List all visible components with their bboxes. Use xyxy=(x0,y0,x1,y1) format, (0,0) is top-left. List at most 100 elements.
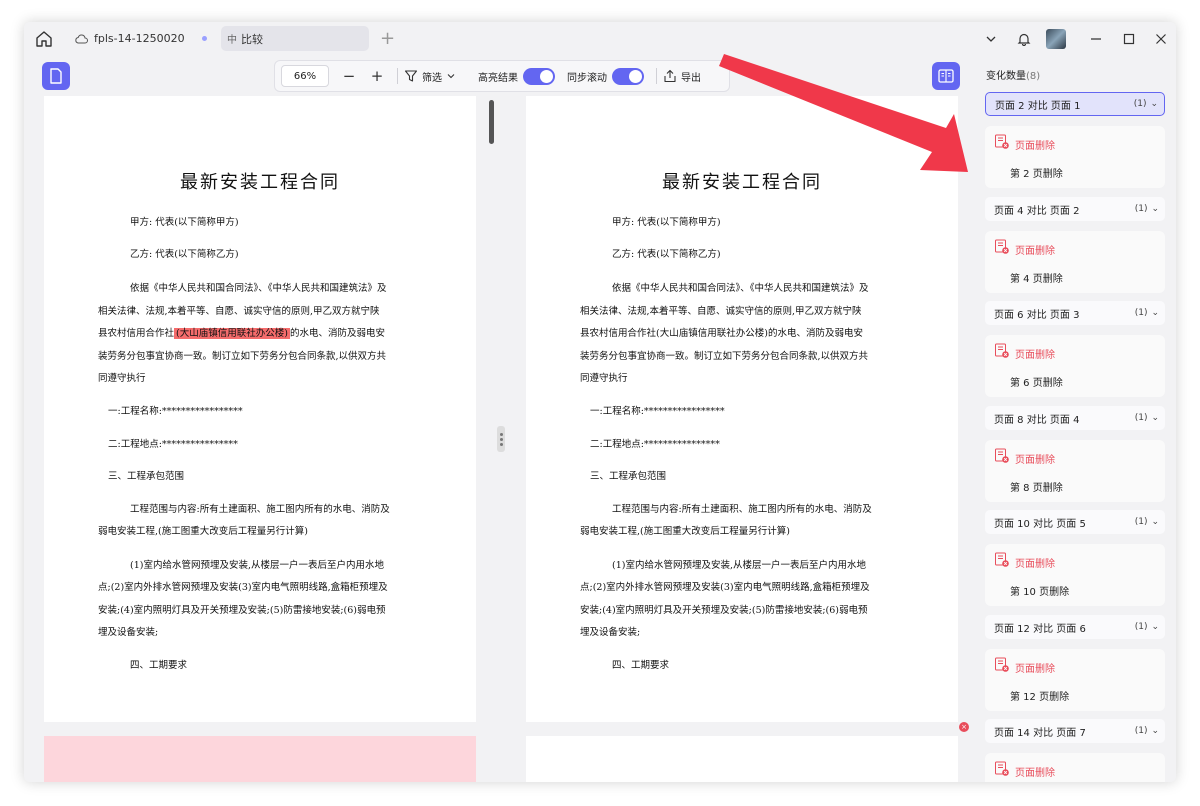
chevron-down-icon[interactable]: ⌄ xyxy=(1151,308,1159,318)
bell-icon[interactable] xyxy=(1013,28,1035,50)
document-icon xyxy=(50,68,62,84)
doc-paragraph-line: 县农村信用合作社(大山庙镇信用联社办公楼)的水电、消防及弱电安 xyxy=(580,325,863,339)
change-group-header[interactable]: 页面 12 对比 页面 6 (1) ⌄ xyxy=(985,615,1165,639)
doc-paragraph-line: 工程范围与内容:所有土建面积、施工图内所有的水电、消防及 xyxy=(612,504,872,515)
doc-text: 的水电、消防及弱电安 xyxy=(289,328,385,339)
change-item-card[interactable]: 页面删除第 6 页删除 xyxy=(985,335,1165,397)
highlight-toggle[interactable] xyxy=(523,67,555,85)
doc-paragraph-line: 依据《中华人民共和国合同法》、《中华人民共和国建筑法》及 xyxy=(612,283,869,294)
filter-button[interactable]: 筛选 xyxy=(422,69,442,84)
change-item-card[interactable]: 页面删除第 2 页删除 xyxy=(985,126,1165,188)
doc-text: (大山庙镇信用联社办公楼) xyxy=(656,328,768,339)
close-icon[interactable] xyxy=(1150,28,1172,50)
change-group-header[interactable]: 页面 8 对比 页面 4 (1) ⌄ xyxy=(985,406,1165,430)
right-next-page-preview[interactable] xyxy=(526,736,958,782)
change-group-count: (1) xyxy=(1134,413,1148,423)
document-view-button[interactable] xyxy=(42,62,70,90)
doc-paragraph-line: 埋及设备安装; xyxy=(580,627,641,638)
chevron-down-icon[interactable] xyxy=(446,71,456,81)
change-group-count: (1) xyxy=(1134,622,1148,632)
export-icon[interactable] xyxy=(663,69,677,83)
changes-title-text: 变化数量 xyxy=(986,71,1026,82)
change-detail: 第 2 页删除 xyxy=(1010,169,1063,180)
doc-paragraph-line: 埋及设备安装; xyxy=(98,627,159,638)
doc-paragraph-line: 同遵守执行 xyxy=(98,373,146,384)
change-group-header[interactable]: 页面 14 对比 页面 7 (1) ⌄ xyxy=(985,719,1165,743)
tab-compare[interactable]: 中 比较 xyxy=(221,26,369,51)
changes-count: (8) xyxy=(1026,71,1041,82)
zoom-in-button[interactable]: + xyxy=(363,67,391,85)
left-document-page[interactable]: 最新安装工程合同 甲方: 代表(以下简称甲方) 乙方: 代表(以下简称乙方) 依… xyxy=(44,96,476,722)
pane-splitter-handle[interactable] xyxy=(497,426,505,452)
doc-paragraph-line: 装劳务分包事宜协商一致。制订立如下劳务分包合同条款,以供双方共 xyxy=(98,351,387,362)
add-tab-button[interactable]: + xyxy=(380,28,395,49)
page-delete-icon xyxy=(995,552,1009,567)
change-group-label: 页面 6 对比 页面 3 xyxy=(994,309,1080,321)
changes-title: 变化数量(8) xyxy=(986,67,1040,82)
chevron-down-icon[interactable]: ⌄ xyxy=(1151,517,1159,527)
doc-paragraph-line: (1)室内给水管网预埋及安装,从楼层一户一表后至户内用水地 xyxy=(612,560,866,571)
maximize-icon[interactable] xyxy=(1118,28,1140,50)
doc-party-a: 甲方: 代表(以下简称甲方) xyxy=(612,217,721,228)
doc-item: 三、工程承包范围 xyxy=(590,471,667,482)
chevron-down-icon[interactable]: ⌄ xyxy=(1151,204,1159,214)
change-kind: 页面删除 xyxy=(1015,664,1055,675)
left-scrollbar[interactable] xyxy=(489,100,494,144)
tab-compare-label: 比较 xyxy=(241,32,263,46)
compare-window: fpls-14-1250020 中 比较 + 66% − + 筛选 高亮结果 同… xyxy=(24,22,1176,782)
doc-highlight-change[interactable]: (大山庙镇信用联社办公楼) xyxy=(174,328,290,339)
chevron-down-icon[interactable]: ⌄ xyxy=(1150,99,1158,109)
side-by-side-view-button[interactable] xyxy=(932,62,960,90)
change-item-card[interactable]: 页面删除 xyxy=(985,753,1165,782)
chevron-down-icon[interactable]: ⌄ xyxy=(1151,622,1159,632)
avatar[interactable] xyxy=(1046,29,1066,49)
doc-party-b: 乙方: 代表(以下简称乙方) xyxy=(612,249,721,260)
left-deleted-page-preview[interactable] xyxy=(44,736,476,782)
close-change-marker-icon[interactable]: × xyxy=(959,722,969,732)
change-detail: 第 6 页删除 xyxy=(1010,378,1063,389)
chevron-down-icon[interactable] xyxy=(980,28,1002,50)
right-document-page[interactable]: 最新安装工程合同 甲方: 代表(以下简称甲方) 乙方: 代表(以下简称乙方) 依… xyxy=(526,96,958,722)
sync-scroll-toggle[interactable] xyxy=(612,67,644,85)
page-delete-icon xyxy=(995,657,1009,672)
doc-paragraph-line: 同遵守执行 xyxy=(580,373,628,384)
zoom-input[interactable]: 66% xyxy=(281,65,329,87)
doc-item: 二:工程地点:**************** xyxy=(590,439,720,450)
change-group-header[interactable]: 页面 4 对比 页面 2 (1) ⌄ xyxy=(985,197,1165,221)
chevron-down-icon[interactable]: ⌄ xyxy=(1151,726,1159,736)
doc-title: 最新安装工程合同 xyxy=(180,172,340,193)
change-item-card[interactable]: 页面删除第 4 页删除 xyxy=(985,231,1165,293)
change-group-count: (1) xyxy=(1133,99,1147,109)
change-group-header[interactable]: 页面 10 对比 页面 5 (1) ⌄ xyxy=(985,510,1165,534)
doc-paragraph-line: 装劳务分包事宜协商一致。制订立如下劳务分包合同条款,以供双方共 xyxy=(580,351,869,362)
title-bar: fpls-14-1250020 中 比较 + xyxy=(24,22,1176,56)
doc-item: 一:工程名称:***************** xyxy=(108,406,243,417)
change-group-header[interactable]: 页面 6 对比 页面 3 (1) ⌄ xyxy=(985,301,1165,325)
change-group-count: (1) xyxy=(1134,308,1148,318)
tab-file[interactable]: fpls-14-1250020 xyxy=(68,26,216,51)
doc-paragraph-line: 点;(2)室内外排水管网预埋及安装(3)室内电气照明线路,盒箱柜预埋及 xyxy=(98,582,388,593)
tab-modified-dot xyxy=(202,36,207,41)
change-group-count: (1) xyxy=(1134,517,1148,527)
change-item-card[interactable]: 页面删除第 10 页删除 xyxy=(985,544,1165,606)
change-item-card[interactable]: 页面删除第 12 页删除 xyxy=(985,649,1165,711)
zoom-out-button[interactable]: − xyxy=(335,67,363,85)
export-button[interactable]: 导出 xyxy=(681,69,701,84)
tab-file-label: fpls-14-1250020 xyxy=(94,32,185,45)
doc-paragraph-line: 相关法律、法规,本着平等、自愿、诚实守信的原则,甲乙双方就宁陕 xyxy=(580,306,862,317)
highlight-label: 高亮结果 xyxy=(478,72,518,84)
change-kind: 页面删除 xyxy=(1015,246,1055,257)
doc-paragraph-line: 弱电安装工程,(施工图重大改变后工程量另行计算) xyxy=(580,526,790,537)
page-delete-icon xyxy=(995,343,1009,358)
chevron-down-icon[interactable]: ⌄ xyxy=(1151,413,1159,423)
filter-icon[interactable] xyxy=(404,69,418,83)
toolbar-divider xyxy=(656,68,657,84)
change-group-count: (1) xyxy=(1134,726,1148,736)
change-item-card[interactable]: 页面删除第 8 页删除 xyxy=(985,440,1165,502)
home-icon[interactable] xyxy=(34,29,54,49)
doc-title: 最新安装工程合同 xyxy=(662,172,822,193)
change-group-label: 页面 12 对比 页面 6 xyxy=(994,623,1086,635)
doc-paragraph-line: 工程范围与内容:所有土建面积、施工图内所有的水电、消防及 xyxy=(130,504,390,515)
change-group-header[interactable]: 页面 2 对比 页面 1 (1) ⌄ xyxy=(985,92,1165,116)
minimize-icon[interactable] xyxy=(1085,28,1107,50)
